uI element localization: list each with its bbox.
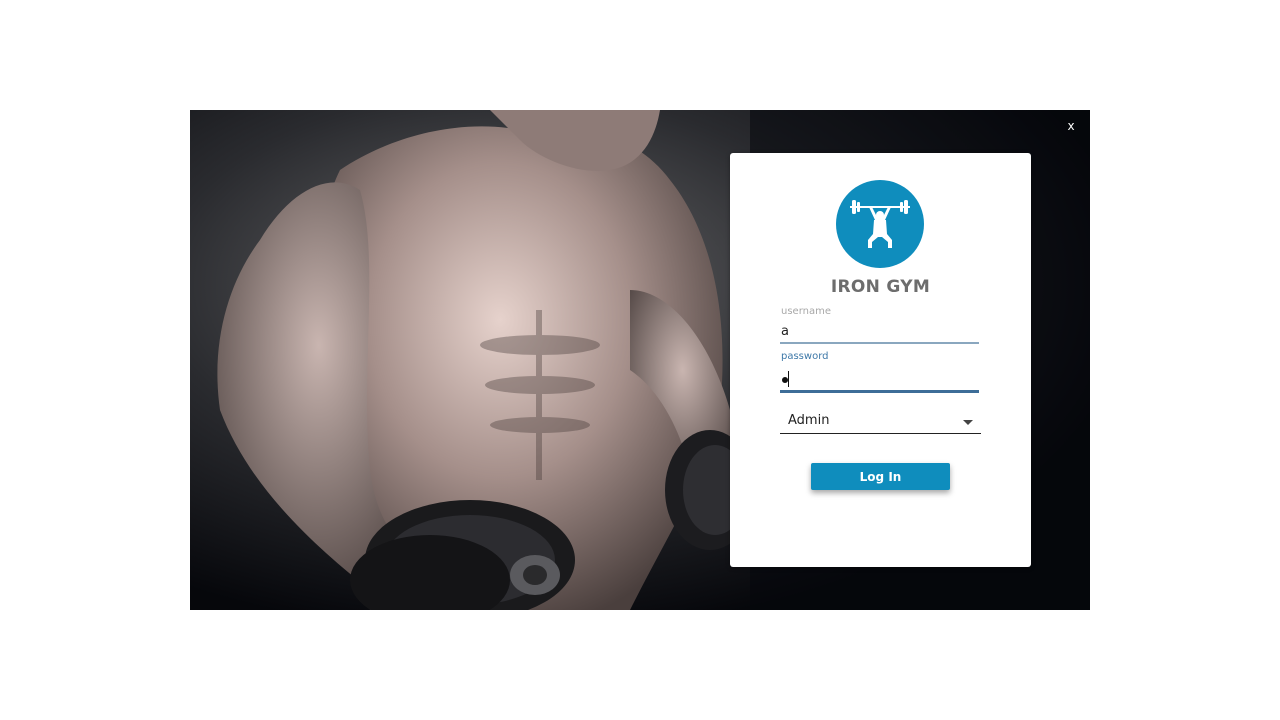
text-caret: [788, 371, 789, 387]
chevron-down-icon: [963, 420, 973, 425]
login-window: x IRON GYM username password Admin: [190, 110, 1090, 610]
role-select[interactable]: Admin: [780, 411, 981, 434]
login-button[interactable]: Log In: [811, 463, 950, 490]
password-underline: [780, 390, 979, 393]
role-select-value: Admin: [788, 413, 830, 428]
brand-title: IRON GYM: [830, 277, 931, 297]
close-button[interactable]: x: [1062, 118, 1080, 136]
username-input[interactable]: [780, 321, 980, 341]
weightlifter-icon: [836, 180, 924, 268]
password-input[interactable]: [780, 367, 980, 387]
username-label: username: [781, 306, 831, 317]
login-card: IRON GYM username password Admin Log In: [730, 153, 1031, 567]
username-underline: [780, 342, 979, 344]
password-label: password: [781, 351, 829, 362]
